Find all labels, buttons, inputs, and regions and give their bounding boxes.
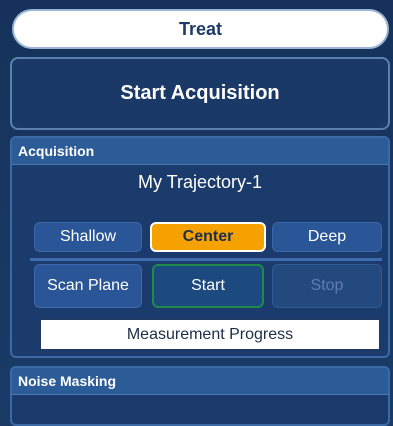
trajectory-name: My Trajectory-1: [137, 172, 263, 192]
start-acquisition-button[interactable]: Start Acquisition: [10, 57, 390, 130]
deep-button[interactable]: Deep: [272, 222, 382, 252]
noise-masking-group: Noise Masking: [10, 366, 390, 426]
center-button[interactable]: Center: [150, 222, 266, 252]
treat-button[interactable]: Treat: [12, 9, 389, 49]
scan-plane-button[interactable]: Scan Plane: [34, 264, 142, 308]
noise-masking-header[interactable]: Noise Masking: [12, 368, 388, 395]
divider: [30, 258, 382, 261]
acquisition-group: Acquisition My Trajectory-1 Shallow Cent…: [10, 136, 390, 358]
stop-button: Stop: [272, 264, 382, 308]
acquisition-header: Acquisition: [12, 138, 388, 165]
measurement-progress-bar: Measurement Progress: [40, 319, 380, 350]
start-button[interactable]: Start: [152, 264, 264, 308]
shallow-button[interactable]: Shallow: [34, 222, 142, 252]
